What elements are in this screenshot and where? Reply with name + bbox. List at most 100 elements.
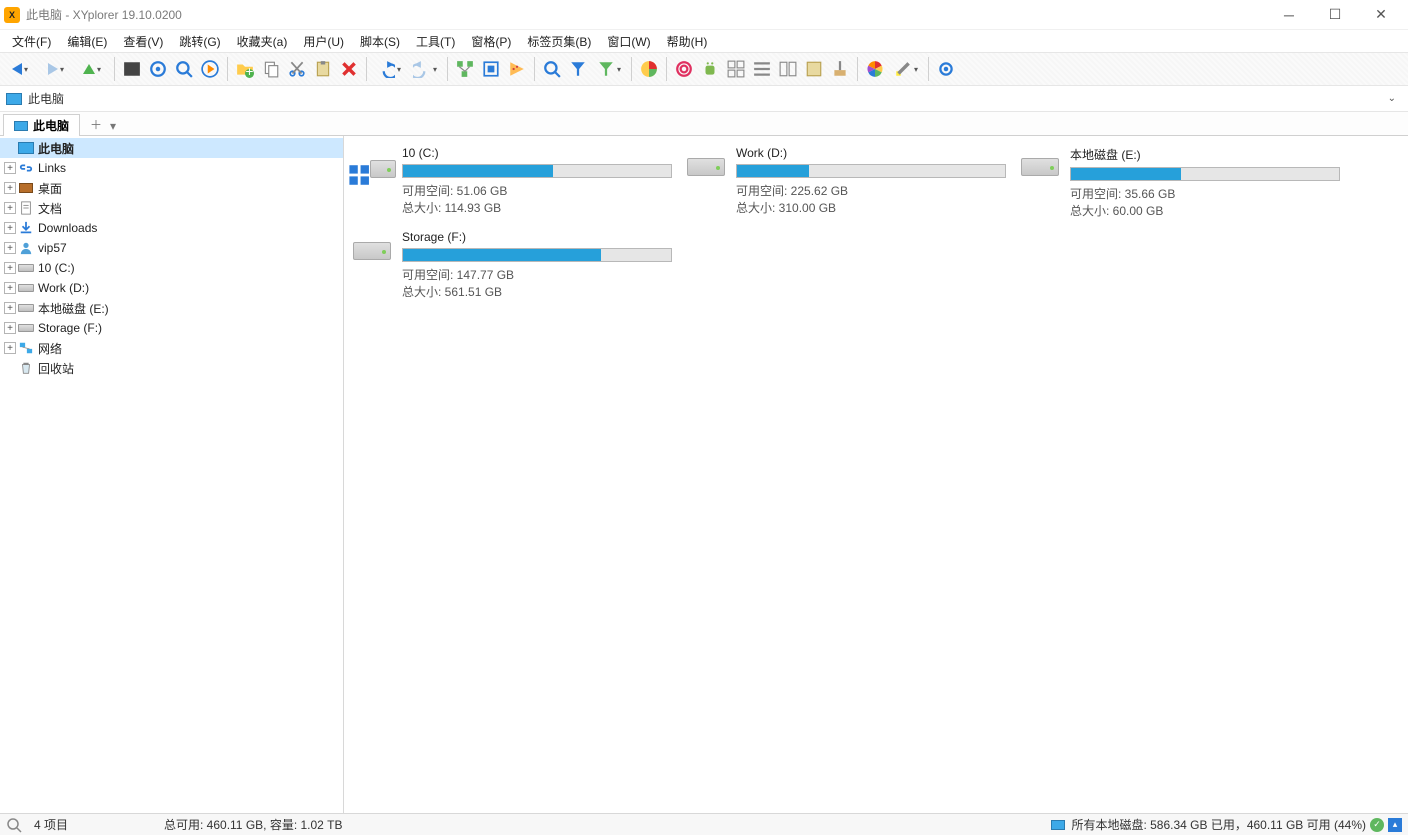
zoom-button[interactable] [539,56,565,82]
nav-back-button[interactable] [2,56,38,82]
menu-panes[interactable]: 窗格(P) [463,31,519,52]
android-button[interactable] [697,56,723,82]
paste-button[interactable] [310,56,336,82]
nav-forward-button[interactable] [38,56,74,82]
delete-button[interactable] [336,56,362,82]
expand-icon[interactable]: + [4,182,16,194]
expand-icon[interactable]: + [4,322,16,334]
tree-node-7[interactable]: +Work (D:) [0,278,343,298]
drive-item-1[interactable]: Work (D:) 可用空间: 225.62 GB 总大小: 310.00 GB [682,146,1012,220]
folder-plus-icon: + [236,60,254,78]
tree-button[interactable] [452,56,478,82]
play-button[interactable] [197,56,223,82]
minimize-button[interactable]: ─ [1266,0,1312,30]
terminal-icon [123,60,141,78]
copy-button[interactable] [258,56,284,82]
tree-node-2[interactable]: +桌面 [0,178,343,198]
menu-script[interactable]: 脚本(S) [352,31,408,52]
search-icon[interactable] [6,817,22,833]
filter-button[interactable] [565,56,591,82]
menu-file[interactable]: 文件(F) [4,31,59,52]
usage-bar [1070,167,1340,181]
dualpane-icon [779,60,797,78]
separator [447,57,448,81]
menu-help[interactable]: 帮助(H) [659,31,716,52]
menu-favorites[interactable]: 收藏夹(a) [229,31,296,52]
arrow-up-icon [83,64,95,74]
tree-node-8[interactable]: +本地磁盘 (E:) [0,298,343,318]
tree-panel[interactable]: 此电脑+Links+桌面+文档+Downloads+vip57+10 (C:)+… [0,136,344,813]
windows-icon [348,158,370,192]
tree-node-10[interactable]: +网络 [0,338,343,358]
tree-node-5[interactable]: +vip57 [0,238,343,258]
dualpane-button[interactable] [775,56,801,82]
tree-node-4[interactable]: +Downloads [0,218,343,238]
tree-node-6[interactable]: +10 (C:) [0,258,343,278]
clean-button[interactable] [827,56,853,82]
monitor-icon [18,140,34,156]
menu-window[interactable]: 窗口(W) [599,31,658,52]
status-up-icon[interactable]: ▴ [1388,818,1402,832]
status-ok-icon[interactable]: ✓ [1370,818,1384,832]
expand-icon[interactable]: + [4,202,16,214]
play-icon [201,60,219,78]
target-button[interactable] [145,56,171,82]
nav-up-button[interactable] [74,56,110,82]
tree-node-11[interactable]: 回收站 [0,358,343,378]
grid-button[interactable] [723,56,749,82]
undo-button[interactable] [371,56,407,82]
expand-icon[interactable]: + [4,162,16,174]
terminal-button[interactable] [119,56,145,82]
details-button[interactable] [749,56,775,82]
spiral-button[interactable] [671,56,697,82]
link-icon [18,160,34,176]
menu-user[interactable]: 用户(U) [295,31,352,52]
new-tab-button[interactable]: ＋ [86,114,106,135]
pizza-button[interactable] [504,56,530,82]
cut-button[interactable] [284,56,310,82]
tree-node-0[interactable]: 此电脑 [0,138,343,158]
drive-item-3[interactable]: Storage (F:) 可用空间: 147.77 GB 总大小: 561.51… [348,230,678,304]
filter-green-button[interactable] [591,56,627,82]
menu-tools[interactable]: 工具(T) [408,31,463,52]
expand-icon[interactable]: + [4,262,16,274]
settings-button[interactable] [933,56,959,82]
search-button[interactable] [171,56,197,82]
expand-icon[interactable]: + [4,222,16,234]
desktop-icon [18,180,34,196]
close-button[interactable]: ✕ [1358,0,1404,30]
addressbar[interactable]: 此电脑 ⌄ [0,86,1408,112]
hdd-icon [687,158,725,176]
tree-node-9[interactable]: +Storage (F:) [0,318,343,338]
tab-dropdown-button[interactable]: ▾ [106,117,120,135]
drive-body: 本地磁盘 (E:) 可用空间: 35.66 GB 总大小: 60.00 GB [1064,146,1346,220]
menu-tabsets[interactable]: 标签页集(B) [519,31,599,52]
color-button[interactable] [862,56,888,82]
tree-label: Links [38,161,66,175]
redo-button[interactable] [407,56,443,82]
tab-thispc[interactable]: 此电脑 [3,114,80,136]
highlight-button[interactable] [888,56,924,82]
separator [114,57,115,81]
drive-item-0[interactable]: 10 (C:) 可用空间: 51.06 GB 总大小: 114.93 GB [348,146,678,220]
expand-icon[interactable]: + [4,242,16,254]
network-icon [18,340,34,356]
maximize-button[interactable]: ☐ [1312,0,1358,30]
singlepane-button[interactable] [801,56,827,82]
tree-node-3[interactable]: +文档 [0,198,343,218]
menu-go[interactable]: 跳转(G) [171,31,228,52]
window-controls: ─ ☐ ✕ [1266,0,1404,30]
menu-view[interactable]: 查看(V) [115,31,171,52]
drive-item-2[interactable]: 本地磁盘 (E:) 可用空间: 35.66 GB 总大小: 60.00 GB [1016,146,1346,220]
expand-icon[interactable]: + [4,302,16,314]
address-dropdown-icon[interactable]: ⌄ [1382,91,1402,106]
content-panel[interactable]: 10 (C:) 可用空间: 51.06 GB 总大小: 114.93 GB Wo… [344,136,1408,813]
new-folder-button[interactable]: + [232,56,258,82]
menu-edit[interactable]: 编辑(E) [59,31,115,52]
chart-button[interactable] [636,56,662,82]
tree-node-1[interactable]: + Links [0,158,343,178]
select-button[interactable] [478,56,504,82]
expand-icon[interactable]: + [4,282,16,294]
expand-icon[interactable]: + [4,342,16,354]
status-items: 4 项目 [22,816,152,833]
